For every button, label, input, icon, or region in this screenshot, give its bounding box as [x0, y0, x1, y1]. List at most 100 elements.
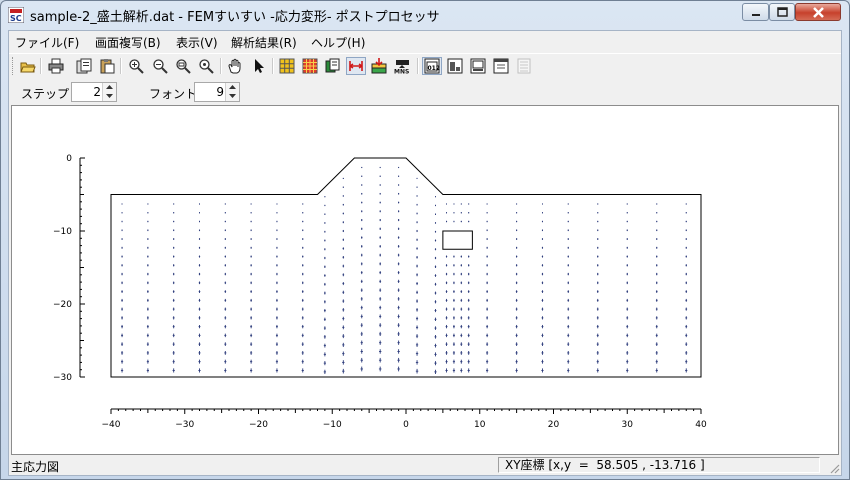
mesh-button[interactable] — [277, 57, 297, 75]
x-tick-label: 10 — [474, 420, 486, 430]
status-bar: 主応力図 XY座標 [x,y = 58.505 , -13.716 ] — [9, 456, 841, 475]
open-folder-icon — [20, 62, 36, 73]
svg-text:012: 012 — [428, 65, 441, 72]
view-4-icon — [493, 58, 509, 74]
x-tick-label: −20 — [249, 420, 268, 430]
load-icon — [371, 58, 387, 74]
step-value[interactable]: 2 — [93, 85, 101, 99]
menu-bar: ファイル(F) 画面複写(B) 表示(V) 解析結果(R) ヘルプ(H) — [9, 31, 841, 51]
step-label: ステップ — [21, 87, 70, 101]
toolbar-separator — [272, 58, 274, 74]
menu-view[interactable]: 表示(V) — [176, 34, 218, 51]
zoom-out-icon — [176, 59, 191, 74]
menu-screen-copy[interactable]: 画面複写(B) — [95, 34, 161, 51]
select-arrow-icon — [255, 59, 264, 73]
material-icon — [325, 58, 340, 73]
close-icon — [813, 7, 824, 18]
x-tick-label: −40 — [102, 420, 121, 430]
view-2-button[interactable] — [445, 57, 465, 75]
minimize-button[interactable] — [742, 3, 769, 21]
view-1-button[interactable]: 012 — [422, 57, 442, 75]
print-button[interactable] — [46, 57, 66, 75]
view-4-button[interactable] — [491, 57, 511, 75]
menu-help[interactable]: ヘルプ(H) — [311, 34, 365, 51]
svg-text:MNS: MNS — [394, 69, 409, 75]
zoom-out-button[interactable] — [173, 57, 193, 75]
load-button[interactable] — [369, 57, 389, 75]
view-3-icon — [470, 58, 486, 74]
step-spin-arrows[interactable] — [102, 83, 116, 101]
mns-button[interactable]: MNS — [392, 57, 412, 75]
y-tick-label: −10 — [53, 227, 72, 237]
y-tick-label: 0 — [66, 154, 72, 164]
spin-down-icon[interactable] — [106, 94, 113, 99]
paste-icon — [100, 59, 115, 74]
step-spinner[interactable]: 2 — [71, 82, 117, 102]
copy-icon — [76, 58, 92, 74]
pan-hand-icon — [228, 58, 241, 74]
zoom-fit-button[interactable] — [126, 57, 146, 75]
pan-button[interactable] — [225, 57, 245, 75]
toolbar-separator — [120, 58, 122, 74]
font-spinner[interactable]: 9 — [194, 82, 240, 102]
zoom-in-icon — [153, 59, 168, 74]
toolbar: MNS 012 — [9, 53, 841, 80]
x-tick-label: 20 — [548, 420, 560, 430]
svg-text:SC: SC — [10, 14, 22, 23]
y-tick-label: −20 — [53, 300, 72, 310]
select-button[interactable] — [249, 57, 269, 75]
spin-up-icon[interactable] — [106, 85, 113, 90]
view-1-icon: 012 — [424, 58, 440, 74]
toolbar-separator — [40, 58, 42, 74]
mns-icon: MNS — [394, 60, 409, 75]
maximize-button[interactable] — [769, 3, 795, 21]
app-logo-icon: SC — [8, 7, 24, 23]
menu-results[interactable]: 解析結果(R) — [231, 34, 297, 51]
copy-button[interactable] — [74, 57, 94, 75]
zoom-reset-button[interactable] — [196, 57, 216, 75]
resize-grip-icon[interactable] — [828, 462, 840, 474]
close-button[interactable] — [795, 3, 841, 21]
grid-mesh-button[interactable] — [300, 57, 320, 75]
material-button[interactable] — [323, 57, 343, 75]
principal-stress-plot[interactable]: 0 −10 −20 −30 −40 −30 −20 −10 0 10 20 30 40 — [12, 106, 838, 454]
toolbar-grip[interactable] — [12, 57, 16, 75]
maximize-icon — [777, 7, 788, 17]
font-label: フォント — [149, 87, 198, 101]
view-3-button[interactable] — [468, 57, 488, 75]
x-tick-label: 30 — [622, 420, 634, 430]
menu-file[interactable]: ファイル(F) — [15, 34, 79, 51]
x-tick-label: −30 — [175, 420, 194, 430]
dimension-icon — [349, 61, 363, 71]
zoom-in-button[interactable] — [150, 57, 170, 75]
view-2-icon — [447, 58, 463, 74]
font-value[interactable]: 9 — [216, 85, 224, 99]
toolbar-separator — [220, 58, 222, 74]
paste-button[interactable] — [97, 57, 117, 75]
view-5-button[interactable] — [514, 57, 534, 75]
dimension-button[interactable] — [346, 57, 366, 75]
zoom-fit-icon — [129, 59, 144, 74]
zoom-reset-icon — [199, 59, 214, 74]
window-title: sample-2_盛土解析.dat - FEMすいすい -応力変形- ポストプロ… — [30, 10, 440, 25]
font-spin-arrows[interactable] — [225, 83, 239, 101]
main-window: SC sample-2_盛土解析.dat - FEMすいすい -応力変形- ポス… — [0, 0, 850, 480]
culvert-box — [442, 230, 473, 250]
option-bar: ステップ 2 フォント 9 — [9, 79, 841, 103]
open-button[interactable] — [18, 57, 38, 75]
toolbar-separator — [417, 58, 419, 74]
grid-mesh-icon — [302, 58, 318, 74]
title-bar[interactable]: SC sample-2_盛土解析.dat - FEMすいすい -応力変形- ポス… — [1, 1, 849, 29]
spin-up-icon[interactable] — [229, 85, 236, 90]
minimize-icon — [752, 14, 760, 16]
client-area: ファイル(F) 画面複写(B) 表示(V) 解析結果(R) ヘルプ(H) MNS… — [8, 30, 842, 476]
x-tick-label: −10 — [323, 420, 342, 430]
x-tick-label: 0 — [403, 420, 409, 430]
print-icon — [48, 58, 64, 74]
y-tick-label: −30 — [53, 373, 72, 383]
drawing-canvas[interactable]: 0 −10 −20 −30 −40 −30 −20 −10 0 10 20 30 40 — [11, 105, 839, 455]
spin-down-icon[interactable] — [229, 94, 236, 99]
mesh-icon — [279, 58, 295, 74]
view-5-icon — [517, 58, 531, 74]
status-coordinates: XY座標 [x,y = 58.505 , -13.716 ] — [498, 457, 820, 473]
